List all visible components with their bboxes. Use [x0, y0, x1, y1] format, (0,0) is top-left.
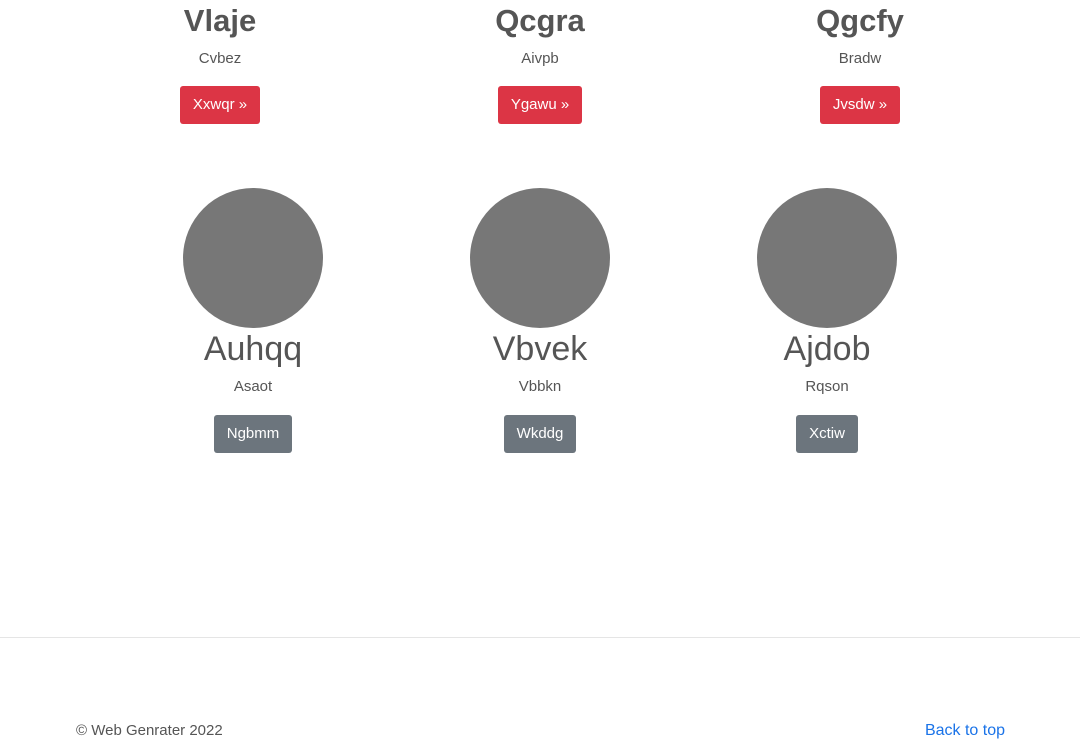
feature-row: Vlaje Cvbez Xxwqr » Qcgra Aivpb Ygawu » …: [0, 0, 1080, 150]
profile-role: Vbbkn: [518, 378, 562, 395]
footer-divider: [0, 637, 1080, 638]
avatar: [757, 188, 897, 328]
feature-text: Cvbez: [198, 50, 242, 67]
profile-card: Vbvek Vbbkn Wkddg: [420, 188, 660, 453]
profile-button[interactable]: Ngbmm: [213, 415, 293, 453]
profile-name: Ajdob: [783, 330, 871, 368]
avatar: [470, 188, 610, 328]
profile-button[interactable]: Wkddg: [503, 415, 577, 453]
feature-text: Bradw: [838, 50, 882, 67]
profile-card: Ajdob Rqson Xctiw: [707, 188, 947, 453]
feature-title: Vlaje: [183, 3, 257, 38]
profile-role: Asaot: [233, 378, 273, 395]
feature-title: Qcgra: [495, 3, 585, 38]
feature-button[interactable]: Ygawu »: [497, 86, 583, 124]
profile-name: Vbvek: [492, 330, 588, 368]
feature-button[interactable]: Xxwqr »: [179, 86, 261, 124]
copyright-text: © Web Genrater 2022: [76, 722, 223, 739]
feature-text: Aivpb: [521, 50, 559, 67]
feature-title: Qgcfy: [816, 3, 904, 38]
feature-button[interactable]: Jvsdw »: [819, 86, 901, 124]
profile-role: Rqson: [805, 378, 849, 395]
profile-button[interactable]: Xctiw: [796, 415, 858, 453]
profile-name: Auhqq: [203, 330, 303, 368]
avatar: [183, 188, 323, 328]
back-to-top-link[interactable]: Back to top: [925, 721, 1005, 741]
profile-card: Auhqq Asaot Ngbmm: [133, 188, 373, 453]
